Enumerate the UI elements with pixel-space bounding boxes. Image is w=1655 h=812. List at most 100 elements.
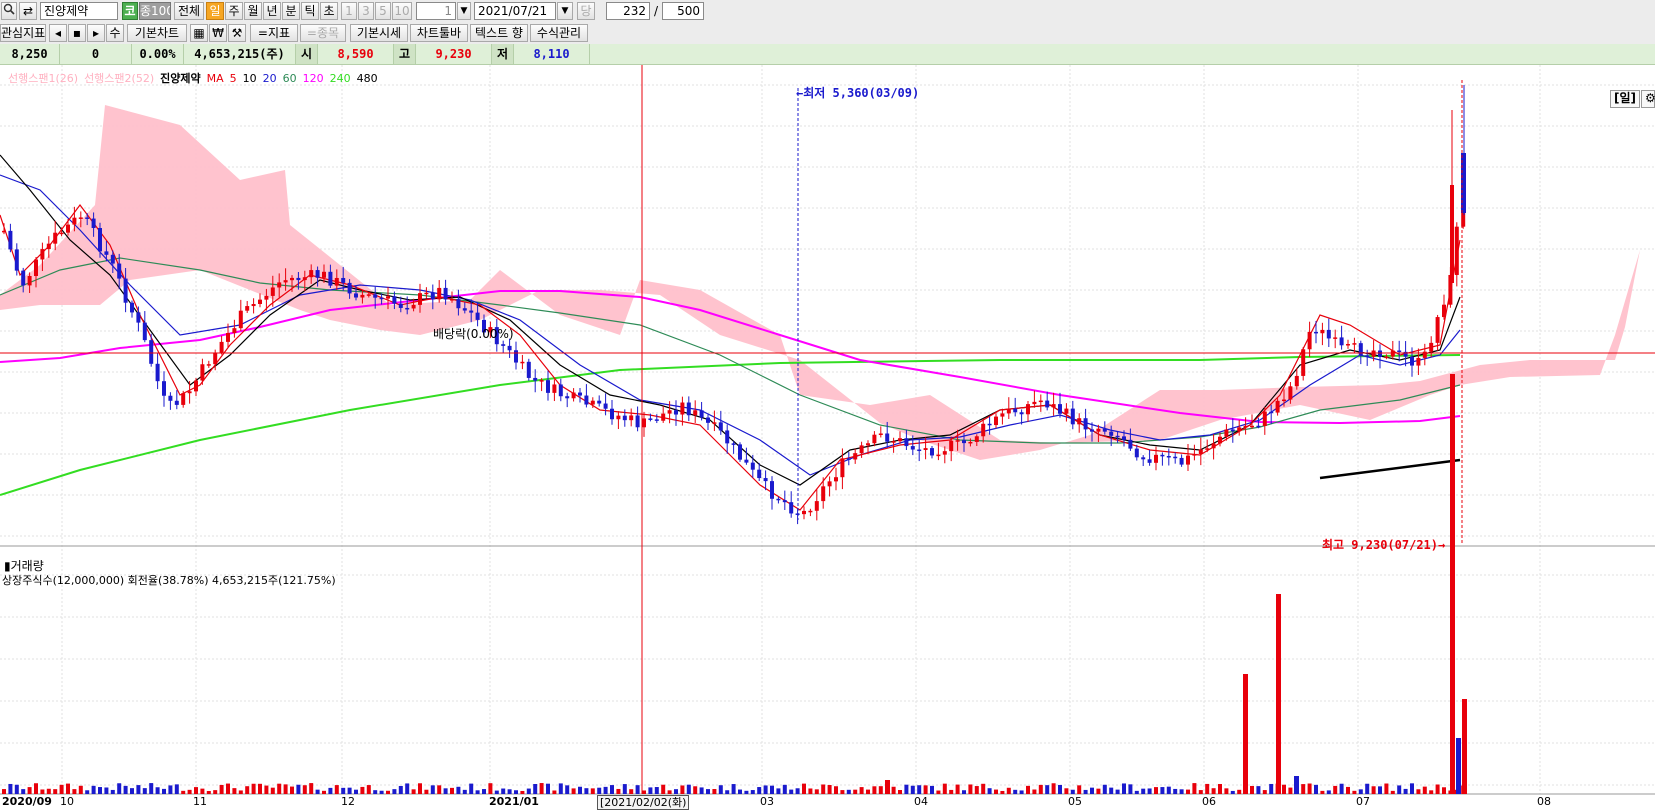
chart-toolbar-button[interactable]: 차트툴바 [410, 24, 468, 42]
interval-1[interactable]: 1 [341, 2, 357, 20]
su-button[interactable]: 수 [106, 24, 124, 42]
volume-bar [1077, 785, 1082, 794]
count-input[interactable]: 1 [416, 2, 456, 20]
date-dropdown-icon[interactable]: ▼ [557, 2, 573, 20]
candle [117, 263, 122, 279]
volume-bar [456, 786, 461, 794]
candle [1365, 355, 1370, 357]
grid-icon[interactable]: ▦ [190, 24, 208, 42]
legend-ma10: 10 [242, 72, 257, 85]
x-label-07: 07 [1356, 795, 1370, 808]
volume-bar [629, 789, 634, 794]
candle [1179, 457, 1184, 465]
volume-bar [494, 790, 499, 794]
volume-bar [1019, 790, 1024, 794]
text-button[interactable]: 텍스트 향 [470, 24, 528, 42]
wrench-icon[interactable]: ⚒ [228, 24, 246, 42]
volume-bar [744, 790, 749, 794]
candle [1154, 454, 1158, 463]
candle [174, 400, 179, 405]
volume-bar [578, 786, 582, 794]
volume-bar [219, 784, 224, 794]
count-dropdown-icon[interactable]: ▼ [457, 2, 471, 20]
volume-bar [34, 783, 38, 794]
candle [789, 502, 794, 514]
candle [1115, 435, 1120, 438]
volume-bar [1058, 784, 1062, 794]
period-tab-tick[interactable]: 틱 [301, 2, 319, 20]
indicator-add-button[interactable]: =지표 [250, 24, 298, 42]
period-tab-week[interactable]: 주 [225, 2, 243, 20]
volume-bar [290, 786, 294, 794]
volume-bar [238, 790, 243, 794]
price-chart[interactable] [0, 65, 1655, 812]
volume-bar [706, 789, 710, 794]
candle [456, 299, 461, 309]
period-tab-year[interactable]: 년 [263, 2, 281, 20]
candle [277, 282, 282, 288]
volume-bar [1045, 785, 1050, 794]
x-label-2020-09: 2020/09 [2, 795, 52, 808]
interval-5[interactable]: 5 [375, 2, 391, 20]
candle [930, 448, 934, 456]
candle [1397, 350, 1402, 353]
refresh-icon[interactable]: ⇄ [19, 2, 37, 20]
candle [264, 295, 269, 300]
volume-bar [354, 789, 358, 794]
candle [763, 478, 768, 482]
volume-bar [834, 786, 838, 794]
legend-ma120: 120 [302, 72, 324, 85]
volume-bar [942, 783, 947, 794]
candle [1166, 455, 1171, 458]
volume-bar [187, 789, 192, 794]
candle [1147, 459, 1152, 463]
volume-bar [341, 787, 346, 794]
period-tab-all[interactable]: 전체 [174, 2, 204, 20]
indicator-button[interactable]: 관심지표 [0, 24, 46, 42]
candle [347, 282, 352, 294]
candle [731, 443, 736, 445]
dang-button[interactable]: 당 [577, 2, 595, 20]
range-total-input[interactable]: 500 [662, 2, 704, 20]
index-badge[interactable]: 종100 [139, 2, 171, 20]
currency-icon[interactable]: ₩ [209, 24, 227, 42]
candle [1013, 408, 1018, 413]
volume-bar [1006, 787, 1011, 794]
candle [1262, 411, 1267, 426]
volume-bar [136, 785, 141, 794]
volume-bar [1422, 786, 1427, 794]
candle [693, 410, 698, 416]
period-tab-month[interactable]: 월 [244, 2, 262, 20]
item-add-button[interactable]: =종목 [300, 24, 346, 42]
formula-button[interactable]: 수식관리 [530, 24, 588, 42]
volume-bar [418, 783, 422, 794]
candle [917, 449, 922, 452]
search-icon[interactable] [1, 2, 17, 20]
period-tab-minute[interactable]: 분 [282, 2, 300, 20]
candle [667, 410, 672, 414]
prev-icon[interactable]: ◂ [49, 24, 67, 42]
period-tab-day[interactable]: 일 [206, 2, 224, 20]
range-current-input[interactable]: 232 [606, 2, 650, 20]
interval-10[interactable]: 10 [392, 2, 412, 20]
interval-3[interactable]: 3 [358, 2, 374, 20]
next-icon[interactable]: ▸ [87, 24, 105, 42]
candle [597, 400, 602, 404]
basic-chart-button[interactable]: 기본차트 [127, 24, 187, 42]
stock-name-input[interactable]: 진양제약 [40, 2, 118, 20]
legend-ma60: 60 [282, 72, 297, 85]
basic-quote-button[interactable]: 기본시세 [350, 24, 408, 42]
candle [1064, 408, 1069, 414]
period-tab-second[interactable]: 초 [320, 2, 338, 20]
volume-bar [674, 789, 678, 794]
volume-bar [962, 790, 966, 794]
candle [994, 416, 998, 426]
date-input[interactable]: 2021/07/21 [474, 2, 556, 20]
candle [712, 422, 717, 424]
volume-bar [277, 783, 282, 794]
stop-icon[interactable]: ▪ [68, 24, 86, 42]
volume-bar [1102, 784, 1107, 794]
volume-bar [1435, 784, 1440, 794]
volume-bar [1339, 783, 1344, 794]
volume-bar [1026, 785, 1030, 794]
